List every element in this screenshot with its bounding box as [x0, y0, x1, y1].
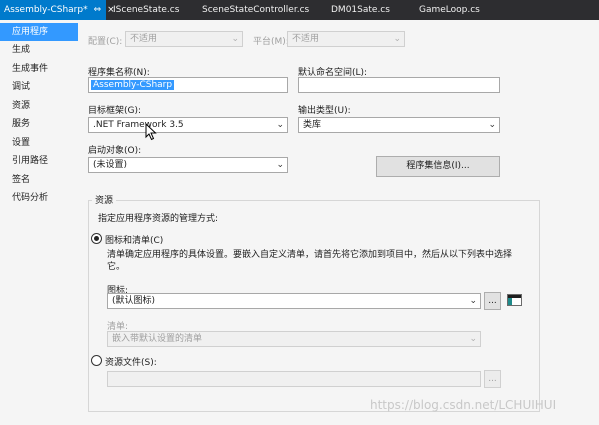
- resources-group-title: 资源: [92, 193, 117, 206]
- nav-item-build[interactable]: 生成: [0, 41, 78, 59]
- tab-dm01sate[interactable]: DM01Sate.cs: [327, 0, 407, 20]
- output-type-select[interactable]: 类库 ⌄: [298, 117, 500, 133]
- chevron-down-icon: ⌄: [231, 34, 239, 44]
- manifest-select[interactable]: 嵌入带默认设置的清单 ⌄: [107, 331, 481, 347]
- nav-item-reference-paths[interactable]: 引用路径: [0, 152, 78, 170]
- default-namespace-input[interactable]: [298, 77, 500, 93]
- tab-label: DM01Sate.cs: [331, 5, 390, 15]
- tab-label: SceneStateController.cs: [202, 5, 310, 15]
- tab-label: GameLoop.cs: [419, 5, 480, 15]
- nav-item-services[interactable]: 服务: [0, 115, 78, 133]
- chevron-down-icon: ⌄: [276, 120, 284, 130]
- chevron-down-icon: ⌄: [488, 120, 496, 130]
- platform-select[interactable]: 不适用 ⌄: [287, 31, 405, 47]
- startup-object-select[interactable]: (未设置) ⌄: [88, 157, 288, 173]
- icon-manifest-description: 清单确定应用程序的具体设置。要嵌入自定义清单，请首先将它添加到项目中，然后从以下…: [107, 250, 513, 272]
- output-type-value: 类库: [303, 120, 322, 130]
- resource-file-input[interactable]: [107, 371, 481, 387]
- icon-manifest-label[interactable]: 图标和清单(C): [105, 233, 163, 246]
- icon-manifest-radio[interactable]: [91, 233, 102, 244]
- config-select[interactable]: 不适用 ⌄: [125, 31, 243, 47]
- properties-nav: 应用程序 生成 生成事件 调试 资源 服务 设置 引用路径 签名 代码分析: [0, 20, 78, 425]
- nav-item-resources[interactable]: 资源: [0, 97, 78, 115]
- icon-browse-button[interactable]: ...: [484, 292, 501, 310]
- pin-icon[interactable]: ⇔: [94, 0, 102, 20]
- tab-iscenestate[interactable]: ISceneState.cs: [109, 0, 199, 20]
- chevron-down-icon: ⌄: [276, 160, 284, 170]
- output-type-label: 输出类型(U):: [298, 106, 351, 116]
- platform-label: 平台(M):: [253, 37, 289, 47]
- tab-scenestatecontroller[interactable]: SceneStateController.cs: [198, 0, 323, 20]
- nav-item-signing[interactable]: 签名: [0, 171, 78, 189]
- tab-label: ISceneState.cs: [113, 5, 180, 15]
- resource-file-browse-button[interactable]: ...: [484, 370, 501, 388]
- chevron-down-icon: ⌄: [469, 334, 477, 344]
- icon-select[interactable]: (默认图标) ⌄: [107, 293, 481, 309]
- icon-preview-icon: [507, 294, 522, 306]
- tab-assembly-csharp[interactable]: Assembly-CSharp* ⇔ ×: [0, 0, 115, 20]
- radio-selected-dot: [94, 236, 99, 241]
- startup-object-label: 启动对象(O):: [88, 146, 142, 156]
- application-page: 配置(C): 不适用 ⌄ 平台(M): 不适用 ⌄ 程序集名称(N): Assemb…: [78, 20, 599, 425]
- tab-label: Assembly-CSharp*: [4, 5, 88, 15]
- nav-item-build-events[interactable]: 生成事件: [0, 60, 78, 78]
- assembly-info-button[interactable]: 程序集信息(I)...: [376, 156, 500, 177]
- watermark-text: https://blog.csdn.net/LCHUIHUI: [370, 398, 557, 412]
- chevron-down-icon: ⌄: [469, 296, 477, 306]
- platform-select-value: 不适用: [292, 34, 320, 44]
- mouse-cursor-icon: [145, 123, 157, 141]
- config-label: 配置(C):: [88, 37, 123, 47]
- resource-file-radio[interactable]: [91, 355, 102, 366]
- chevron-down-icon: ⌄: [393, 34, 401, 44]
- manifest-select-value: 嵌入带默认设置的清单: [112, 334, 203, 344]
- resource-file-label[interactable]: 资源文件(S):: [105, 355, 157, 368]
- nav-item-application[interactable]: 应用程序: [0, 23, 78, 41]
- config-select-value: 不适用: [130, 34, 158, 44]
- tab-gameloop[interactable]: GameLoop.cs: [415, 0, 505, 20]
- assembly-name-value: Assembly-CSharp: [91, 80, 175, 90]
- nav-item-debug[interactable]: 调试: [0, 78, 78, 96]
- target-framework-value: .NET Framework 3.5: [93, 120, 184, 130]
- startup-object-value: (未设置): [93, 160, 128, 170]
- target-framework-label: 目标框架(G):: [88, 106, 142, 116]
- resources-description: 指定应用程序资源的管理方式:: [98, 214, 219, 224]
- assembly-name-input[interactable]: Assembly-CSharp: [88, 77, 288, 93]
- icon-select-value: (默认图标): [112, 296, 156, 306]
- nav-item-code-analysis[interactable]: 代码分析: [0, 189, 78, 207]
- nav-item-settings[interactable]: 设置: [0, 134, 78, 152]
- document-tab-bar: Assembly-CSharp* ⇔ × ISceneState.cs SceneS…: [0, 0, 599, 20]
- target-framework-select[interactable]: .NET Framework 3.5 ⌄: [88, 117, 288, 133]
